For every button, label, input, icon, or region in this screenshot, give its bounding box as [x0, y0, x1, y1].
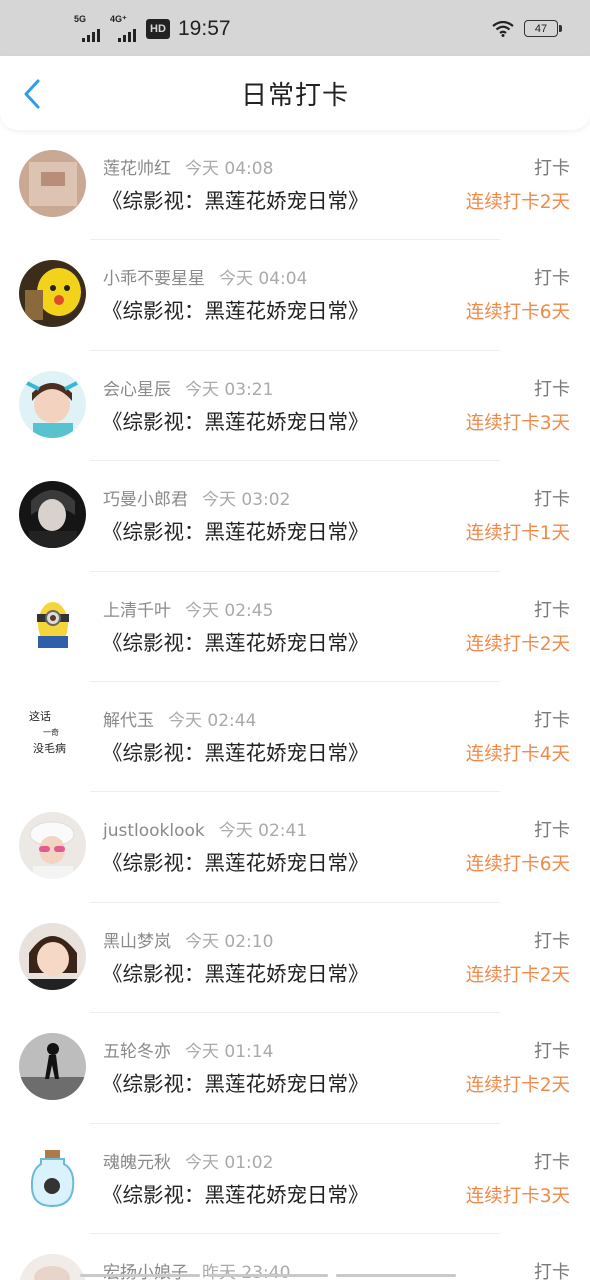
avatar[interactable] [19, 481, 86, 549]
chevron-left-icon [24, 79, 40, 109]
checkin-label: 打卡 [534, 1151, 570, 1173]
streak-label: 连续打卡2天 [465, 964, 570, 986]
svg-text:一奇: 一奇 [43, 727, 59, 737]
list-item[interactable]: 这话 一奇 没毛病 解代玉 今天 02:44 《综影视：黑莲花娇宠日常》 打卡 连… [0, 682, 590, 793]
checkin-label: 打卡 [534, 820, 570, 842]
checkin-label: 打卡 [534, 268, 570, 290]
checkin-label: 打卡 [534, 378, 570, 400]
book-title[interactable]: 《综影视：黑莲花娇宠日常》 [102, 184, 369, 214]
user-name[interactable]: 黑山梦岚 [103, 932, 171, 952]
list-item[interactable]: 莲花帅红 今天 04:08 《综影视：黑莲花娇宠日常》 打卡 连续打卡2天 [0, 130, 590, 241]
timestamp: 昨天 23:40 [202, 1262, 291, 1280]
list-item[interactable]: justlooklook 今天 02:41 《综影视：黑莲花娇宠日常》 打卡 连续… [0, 792, 590, 903]
user-name[interactable]: 宏扬小娘子 [103, 1263, 188, 1280]
list-item[interactable]: 会心星辰 今天 03:21 《综影视：黑莲花娇宠日常》 打卡 连续打卡3天 [0, 351, 590, 462]
avatar[interactable] [19, 1143, 86, 1211]
book-title[interactable]: 《综影视：黑莲花娇宠日常》 [102, 405, 369, 435]
timestamp: 今天 02:10 [185, 931, 274, 952]
status-right: 47 [492, 20, 562, 37]
user-name[interactable]: 解代玉 [103, 711, 154, 731]
book-title[interactable]: 《综影视：黑莲花娇宠日常》 [102, 957, 369, 987]
network-4g-label: 4G⁺ [110, 14, 127, 24]
avatar[interactable] [19, 922, 86, 990]
page-title: 日常打卡 [240, 80, 349, 111]
user-name[interactable]: 莲花帅红 [103, 159, 171, 179]
checkin-label: 打卡 [534, 930, 570, 952]
checkin-label: 打卡 [534, 599, 570, 621]
timestamp: 今天 02:45 [185, 600, 274, 621]
user-name[interactable]: 小乖不要星星 [103, 269, 205, 289]
checkin-label: 打卡 [534, 158, 570, 179]
list-item[interactable]: 五轮冬亦 今天 01:14 《综影视：黑莲花娇宠日常》 打卡 连续打卡2天 [0, 1013, 590, 1124]
streak-label: 连续打卡1天 [465, 523, 570, 545]
timestamp: 今天 02:41 [218, 821, 308, 842]
avatar[interactable] [19, 370, 86, 438]
streak-label: 连续打卡4天 [465, 743, 570, 765]
list-item[interactable]: 黑山梦岚 今天 02:10 《综影视：黑莲花娇宠日常》 打卡 连续打卡2天 [0, 903, 590, 1014]
streak-label: 连续打卡2天 [465, 1075, 570, 1097]
avatar[interactable] [19, 150, 86, 217]
avatar[interactable] [19, 591, 86, 659]
status-left: 5G 4G⁺ HD 19:57 [74, 14, 231, 42]
streak-label: 连续打卡3天 [465, 412, 570, 434]
user-name[interactable]: 五轮冬亦 [103, 1042, 171, 1062]
book-title[interactable]: 《综影视：黑莲花娇宠日常》 [102, 294, 369, 324]
list-item[interactable]: 上清千叶 今天 02:45 《综影视：黑莲花娇宠日常》 打卡 连续打卡2天 [0, 572, 590, 682]
timestamp: 今天 01:14 [185, 1042, 274, 1063]
home-indicator [80, 1274, 456, 1277]
checkin-label: 打卡 [534, 489, 570, 511]
status-bar: 5G 4G⁺ HD 19:57 47 [0, 0, 590, 56]
signal-icon: 4G⁺ [110, 14, 140, 42]
avatar[interactable]: 这话 一奇 没毛病 [19, 701, 86, 769]
user-name[interactable]: 会心星辰 [103, 380, 171, 400]
book-title[interactable]: 《综影视：黑莲花娇宠日常》 [102, 1067, 369, 1097]
timestamp: 今天 02:44 [168, 710, 257, 731]
back-button[interactable] [14, 76, 50, 112]
book-title[interactable]: 《综影视：黑莲花娇宠日常》 [102, 626, 369, 656]
streak-label: 连续打卡3天 [465, 1185, 570, 1207]
streak-label: 连续打卡2天 [465, 633, 570, 655]
battery-icon: 47 [524, 20, 562, 37]
signal-icon: 5G [74, 14, 104, 42]
avatar[interactable] [19, 1033, 86, 1101]
list-item[interactable]: 巧曼小郎君 今天 03:02 《综影视：黑莲花娇宠日常》 打卡 连续打卡1天 [0, 461, 590, 572]
streak-label: 连续打卡6天 [465, 302, 570, 324]
avatar[interactable] [19, 812, 86, 880]
status-time: 19:57 [178, 17, 231, 40]
hd-icon: HD [146, 19, 170, 39]
checkin-list[interactable]: 莲花帅红 今天 04:08 《综影视：黑莲花娇宠日常》 打卡 连续打卡2天 小乖不… [0, 130, 590, 1280]
streak-label: 连续打卡2天 [465, 192, 570, 213]
book-title[interactable]: 《综影视：黑莲花娇宠日常》 [102, 736, 369, 766]
svg-text:没毛病: 没毛病 [33, 741, 66, 755]
user-name[interactable]: 魂魄元秋 [103, 1153, 171, 1173]
timestamp: 今天 04:04 [219, 269, 308, 290]
book-title[interactable]: 《综影视：黑莲花娇宠日常》 [102, 846, 369, 876]
timestamp: 今天 04:08 [185, 159, 274, 179]
user-name[interactable]: 上清千叶 [103, 601, 171, 621]
header-bar: 日常打卡 [0, 56, 590, 130]
streak-label: 连续打卡6天 [465, 854, 570, 876]
book-title[interactable]: 《综影视：黑莲花娇宠日常》 [102, 1178, 369, 1208]
list-item[interactable]: 魂魄元秋 今天 01:02 《综影视：黑莲花娇宠日常》 打卡 连续打卡3天 [0, 1124, 590, 1234]
book-title[interactable]: 《综影视：黑莲花娇宠日常》 [102, 515, 369, 545]
list-item[interactable]: 小乖不要星星 今天 04:04 《综影视：黑莲花娇宠日常》 打卡 连续打卡6天 [0, 240, 590, 351]
wifi-icon [492, 20, 514, 37]
user-name[interactable]: justlooklook [103, 821, 205, 841]
user-name[interactable]: 巧曼小郎君 [103, 490, 188, 510]
svg-text:这话: 这话 [29, 709, 51, 723]
timestamp: 今天 03:21 [185, 379, 274, 400]
avatar[interactable] [19, 260, 86, 328]
checkin-label: 打卡 [534, 1041, 570, 1063]
timestamp: 今天 03:02 [202, 490, 291, 511]
checkin-label: 打卡 [534, 1261, 570, 1280]
timestamp: 今天 01:02 [185, 1152, 274, 1173]
checkin-label: 打卡 [534, 709, 570, 731]
avatar[interactable] [19, 1253, 86, 1280]
network-5g-label: 5G [74, 14, 87, 24]
